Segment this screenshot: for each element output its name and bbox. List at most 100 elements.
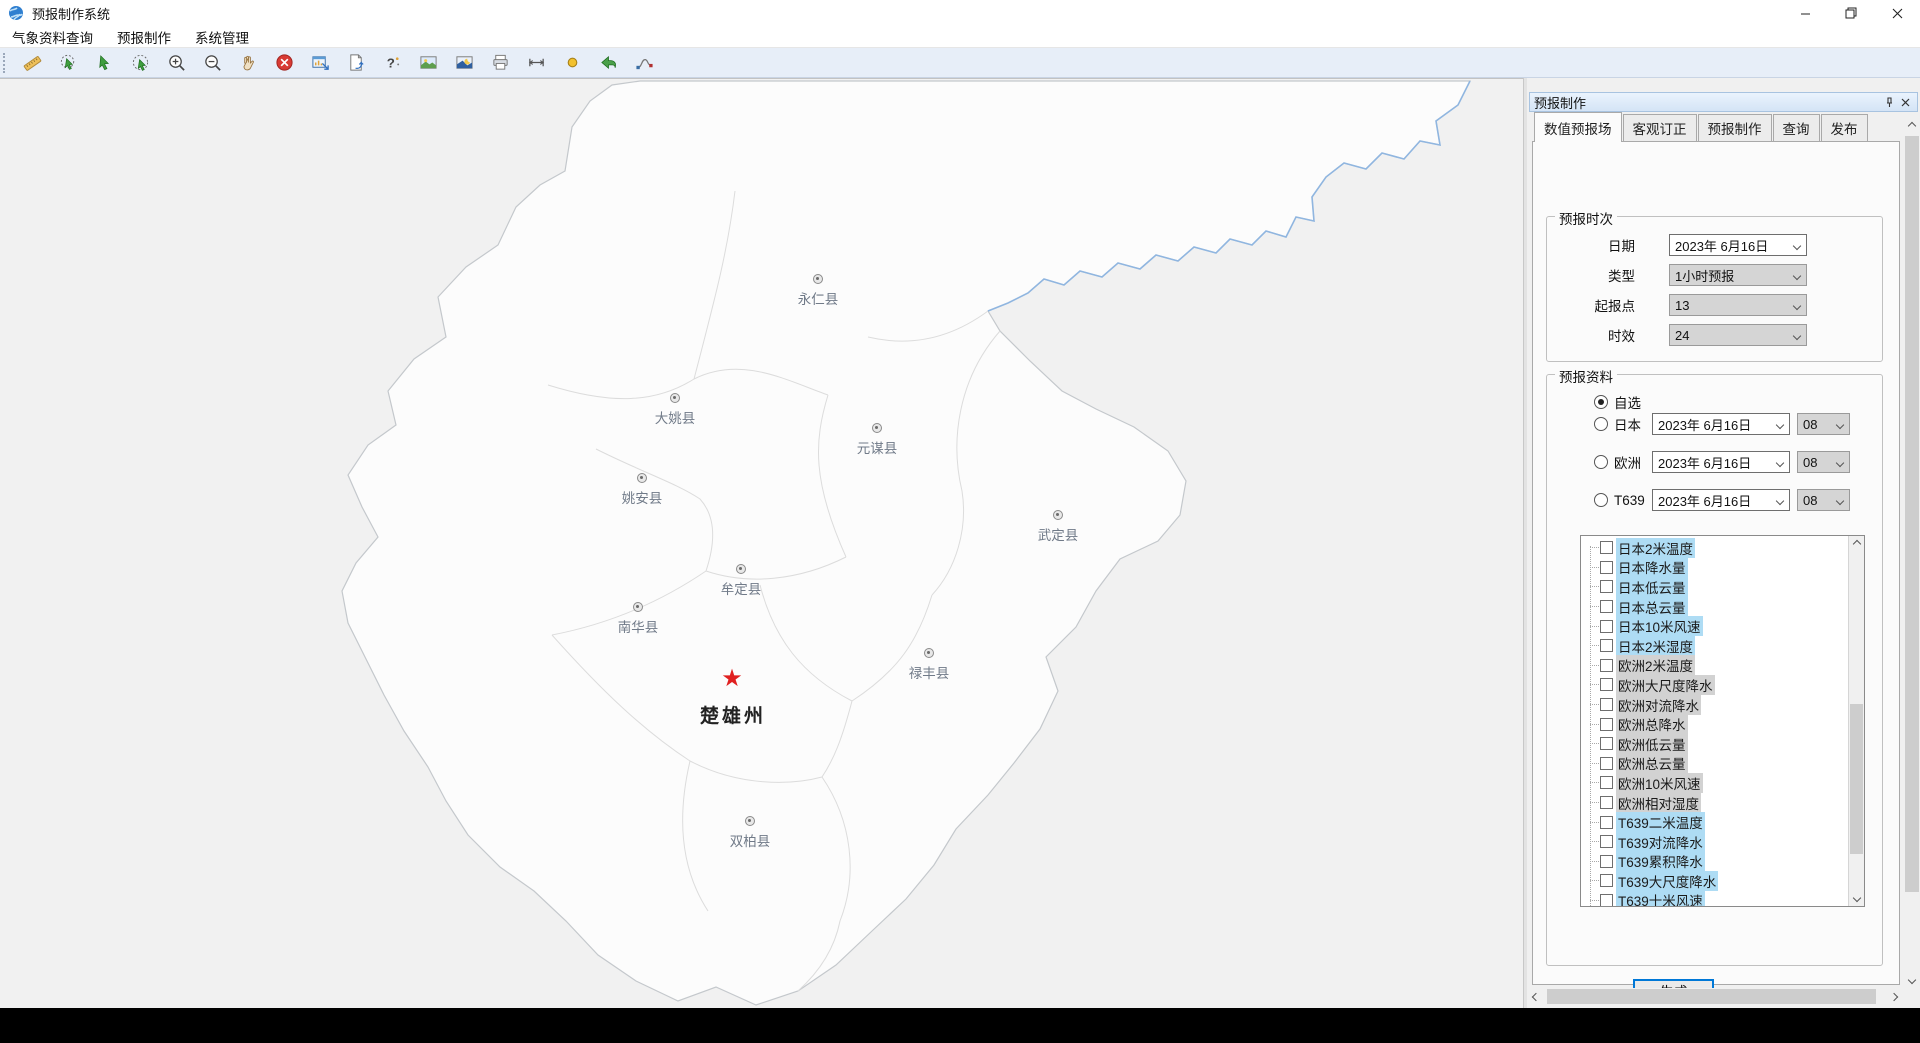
tree-item-label[interactable]: 欧洲大尺度降水 [1616,675,1715,695]
panel-close-icon[interactable] [1897,94,1913,110]
toolbar-grip[interactable] [3,53,8,73]
zoom-in-icon[interactable] [161,50,191,76]
tree-item[interactable]: 欧洲总云量 [1585,754,1847,774]
source-hour-combobox[interactable]: 08 [1797,451,1850,473]
source-hour-combobox[interactable]: 08 [1797,489,1850,511]
tree-item-label[interactable]: 欧洲对流降水 [1616,695,1701,715]
tree-item-label[interactable]: 日本降水量 [1616,557,1688,577]
item-checkbox[interactable] [1600,855,1613,868]
item-checkbox[interactable] [1600,757,1613,770]
map-canvas[interactable]: 永仁县大姚县元谋县姚安县武定县牟定县南华县禄丰县双柏县 ★ 楚雄州 [0,78,1523,1008]
起报点-combobox[interactable]: 13 [1669,294,1807,316]
tree-item-label[interactable]: 欧洲总降水 [1616,714,1688,734]
print-icon[interactable] [485,50,515,76]
tree-scroll-down-icon[interactable] [1849,890,1864,906]
panel-scroll-left-icon[interactable] [1528,988,1544,1005]
menu-item-3[interactable]: 系统管理 [183,25,261,49]
panel-scroll-thumb[interactable] [1905,136,1919,892]
tree-item-label[interactable]: 日本低云量 [1616,577,1688,597]
tree-item[interactable]: T639累积降水 [1585,852,1847,872]
tab-5[interactable]: 发布 [1821,114,1868,142]
panel-scroll-up-icon[interactable] [1904,118,1920,134]
ruler-icon[interactable] [17,50,47,76]
source-date-combobox[interactable]: 2023年 6月16日 [1652,451,1790,473]
panel-horizontal-scrollbar[interactable] [1528,988,1902,1005]
minimize-button[interactable] [1782,0,1828,26]
tree-item[interactable]: 日本降水量 [1585,558,1847,578]
chart-window-icon[interactable] [305,50,335,76]
tab-1[interactable]: 数值预报场 [1534,112,1622,142]
tree-item-label[interactable]: 日本10米风速 [1616,616,1703,636]
panel-hscroll-thumb[interactable] [1547,989,1876,1004]
back-arrow-icon[interactable] [593,50,623,76]
类型-combobox[interactable]: 1小时预报 [1669,264,1807,286]
tree-item[interactable]: 日本2米湿度 [1585,636,1847,656]
select-area-icon[interactable] [53,50,83,76]
route-icon[interactable] [629,50,659,76]
tree-item[interactable]: T639大尺度降水 [1585,871,1847,891]
item-checkbox[interactable] [1600,698,1613,711]
tree-item-label[interactable]: T639累积降水 [1616,851,1705,871]
query-help-icon[interactable]: ? [377,50,407,76]
tree-item[interactable]: 欧洲低云量 [1585,734,1847,754]
tree-item[interactable]: 欧洲总降水 [1585,714,1847,734]
zoom-out-icon[interactable] [197,50,227,76]
tree-item[interactable]: T639二米温度 [1585,812,1847,832]
pin-icon[interactable] [1881,94,1897,110]
tab-2[interactable]: 客观订正 [1623,114,1697,142]
export-doc-icon[interactable] [341,50,371,76]
tree-item-label[interactable]: 日本总云量 [1616,597,1688,617]
tree-item-label[interactable]: 欧洲10米风速 [1616,773,1703,793]
panel-scroll-right-icon[interactable] [1886,988,1902,1005]
tree-item-label[interactable]: 日本2米温度 [1616,538,1695,558]
item-checkbox[interactable] [1600,894,1613,907]
日期-combobox[interactable]: 2023年 6月16日 [1669,234,1807,256]
item-checkbox[interactable] [1600,659,1613,672]
tree-item[interactable]: 欧洲相对湿度 [1585,793,1847,813]
tree-item[interactable]: T639十米风速 [1585,891,1847,907]
item-checkbox[interactable] [1600,620,1613,633]
tree-item-label[interactable]: 欧洲相对湿度 [1616,793,1701,813]
item-checkbox[interactable] [1600,541,1613,554]
radio-日本[interactable] [1594,417,1608,431]
stop-icon[interactable] [269,50,299,76]
item-checkbox[interactable] [1600,561,1613,574]
tree-item[interactable]: 欧洲大尺度降水 [1585,675,1847,695]
item-checkbox[interactable] [1600,678,1613,691]
item-checkbox[interactable] [1600,580,1613,593]
item-checkbox[interactable] [1600,600,1613,613]
tree-item-label[interactable]: T639十米风速 [1616,890,1705,907]
distance-measure-icon[interactable] [521,50,551,76]
menu-item-1[interactable]: 气象资料查询 [0,25,105,49]
panel-scroll-down-icon[interactable] [1904,972,1920,988]
tree-item-label[interactable]: 欧洲总云量 [1616,753,1688,773]
pan-hand-icon[interactable] [233,50,263,76]
tree-item[interactable]: 欧洲2米温度 [1585,656,1847,676]
tree-item[interactable]: 日本低云量 [1585,577,1847,597]
tree-item-label[interactable]: T639二米温度 [1616,812,1705,832]
radio-T639[interactable] [1594,493,1608,507]
image-night-icon[interactable] [449,50,479,76]
tree-item[interactable]: 日本2米温度 [1585,538,1847,558]
tree-item[interactable]: 日本10米风速 [1585,616,1847,636]
restore-button[interactable] [1828,0,1874,26]
item-checkbox[interactable] [1600,835,1613,848]
select-region-icon[interactable] [125,50,155,76]
item-checkbox[interactable] [1600,796,1613,809]
item-checkbox[interactable] [1600,776,1613,789]
source-hour-combobox[interactable]: 08 [1797,413,1850,435]
tree-scroll-thumb[interactable] [1850,704,1863,854]
item-checkbox[interactable] [1600,737,1613,750]
item-checkbox[interactable] [1600,816,1613,829]
image-icon[interactable] [413,50,443,76]
tree-item[interactable]: 日本总云量 [1585,597,1847,617]
tree-item[interactable]: 欧洲10米风速 [1585,773,1847,793]
tree-scrollbar[interactable] [1848,536,1864,906]
source-date-combobox[interactable]: 2023年 6月16日 [1652,489,1790,511]
tab-3[interactable]: 预报制作 [1698,114,1772,142]
tree-item-label[interactable]: T639对流降水 [1616,832,1705,852]
item-checkbox[interactable] [1600,874,1613,887]
tree-item-label[interactable]: 欧洲低云量 [1616,734,1688,754]
tree-item-label[interactable]: 欧洲2米温度 [1616,655,1695,675]
tree-item-label[interactable]: T639大尺度降水 [1616,871,1718,891]
